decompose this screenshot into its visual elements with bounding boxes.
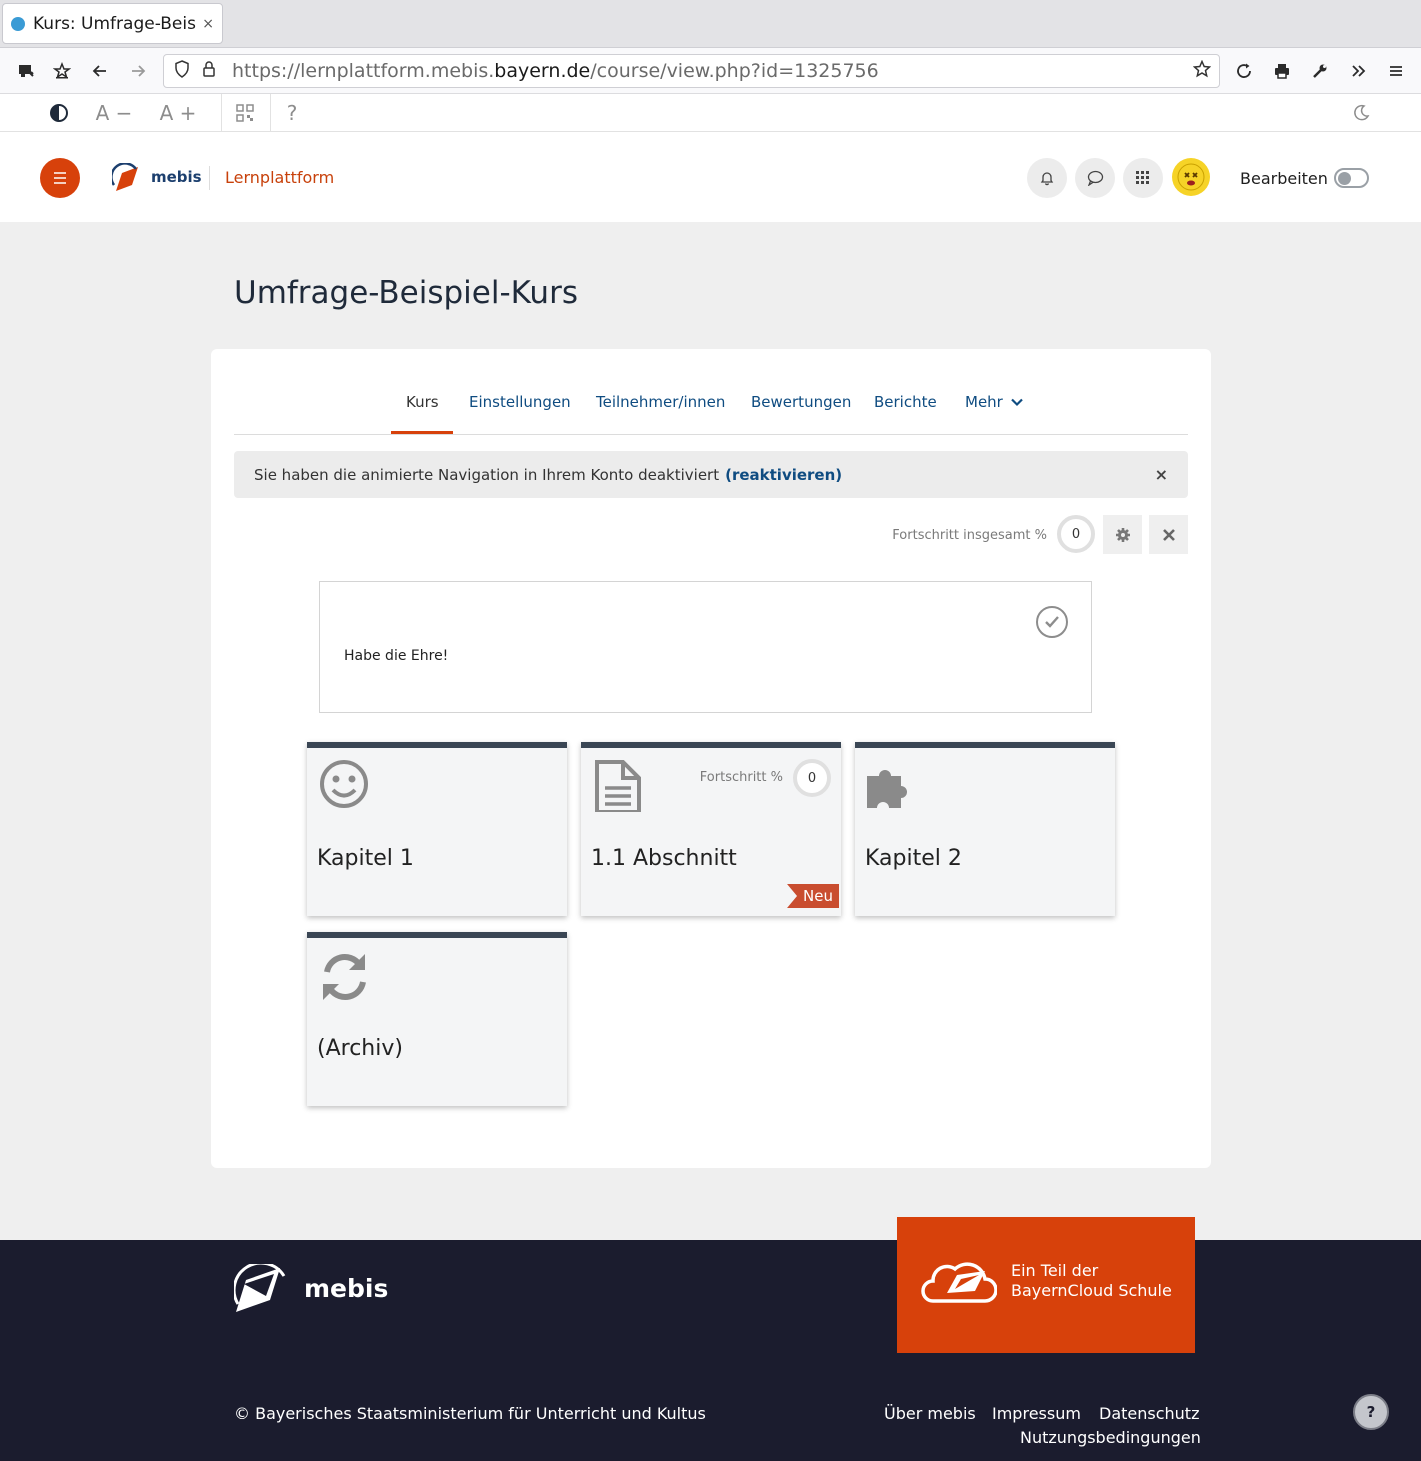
overall-progress-value: 0 xyxy=(1071,526,1081,542)
overflow-chevron-icon[interactable] xyxy=(1346,59,1370,83)
shield-icon[interactable] xyxy=(174,60,192,82)
user-avatar[interactable] xyxy=(1172,158,1210,196)
smiley-icon xyxy=(320,760,368,808)
alert-text: Sie haben die animierte Navigation in Ih… xyxy=(254,465,720,484)
bookmark-star-icon[interactable] xyxy=(1192,59,1212,83)
document-icon xyxy=(595,760,641,812)
forward-arrow-icon[interactable] xyxy=(126,59,150,83)
font-decrease-button[interactable]: A − xyxy=(94,99,134,127)
bookmark-manager-icon[interactable] xyxy=(50,59,74,83)
help-button[interactable]: ? xyxy=(1353,1394,1389,1430)
navigation-alert: Sie haben die animierte Navigation in Ih… xyxy=(234,451,1188,498)
bayerncloud-line1: Ein Teil der xyxy=(1011,1261,1099,1280)
moon-icon[interactable] xyxy=(1350,99,1372,127)
course-title: Umfrage-Beispiel-Kurs xyxy=(234,275,578,311)
tab-teilnehmer[interactable]: Teilnehmer/innen xyxy=(596,393,725,411)
tile-progress-label: Fortschritt % xyxy=(699,770,783,785)
welcome-text: Habe die Ehre! xyxy=(344,648,449,664)
qr-code-icon[interactable] xyxy=(232,99,258,127)
tab-mehr[interactable]: Mehr xyxy=(965,393,1023,411)
url-bar[interactable]: https://lernplattform.mebis.bayern.de/co… xyxy=(163,54,1220,88)
help-question-button[interactable]: ? xyxy=(282,99,302,127)
reactivate-link[interactable]: (reaktivieren) xyxy=(725,466,842,484)
close-x-icon[interactable] xyxy=(1149,515,1188,554)
favicon-icon xyxy=(11,16,25,31)
bayerncloud-line2: BayernCloud Schule xyxy=(1011,1281,1172,1300)
tile-archiv[interactable]: (Archiv) xyxy=(307,932,567,1106)
browser-navbar: https://lernplattform.mebis.bayern.de/co… xyxy=(0,48,1421,94)
contrast-icon[interactable] xyxy=(46,99,72,127)
tile-progress-value: 0 xyxy=(807,770,817,786)
messages-chat-icon[interactable] xyxy=(1075,158,1115,198)
back-arrow-icon[interactable] xyxy=(88,59,112,83)
platform-link[interactable]: Lernplattform xyxy=(225,168,334,187)
overall-progress: Fortschritt insgesamt % 0 xyxy=(211,515,1188,555)
active-tab-indicator xyxy=(391,431,453,434)
tile-progress-circle[interactable]: 0 xyxy=(793,759,831,797)
refresh-icon xyxy=(323,954,366,1000)
lock-icon[interactable] xyxy=(202,60,218,82)
puzzle-icon xyxy=(867,770,907,808)
footer-link-ueber-mebis[interactable]: Über mebis xyxy=(884,1404,976,1423)
tile-title: 1.1 Abschnitt xyxy=(591,846,737,871)
tile-title: (Archiv) xyxy=(317,1036,403,1061)
reload-icon[interactable] xyxy=(1232,59,1256,83)
footer-link-nutzungsbedingungen[interactable]: Nutzungsbedingungen xyxy=(1020,1428,1201,1447)
tile-title: Kapitel 2 xyxy=(865,846,962,871)
footer-link-datenschutz[interactable]: Datenschutz xyxy=(1099,1404,1199,1423)
divider xyxy=(221,94,222,132)
edit-mode-label: Bearbeiten xyxy=(1240,169,1328,188)
tab-close-icon[interactable]: × xyxy=(202,16,214,32)
tab-berichte[interactable]: Berichte xyxy=(874,393,937,411)
welcome-section: Habe die Ehre! xyxy=(319,581,1092,713)
extension-icon[interactable] xyxy=(14,59,38,83)
divider xyxy=(270,94,271,132)
alert-close-icon[interactable]: × xyxy=(1155,465,1168,484)
bayerncloud-box[interactable]: Ein Teil der BayernCloud Schule xyxy=(897,1217,1195,1353)
site-footer: mebis Ein Teil der BayernCloud Schule © … xyxy=(0,1217,1421,1461)
site-header: mebis Lernplattform Bearbeiten xyxy=(0,132,1421,222)
mebis-footer-logo-icon[interactable] xyxy=(234,1264,288,1314)
chevron-down-icon xyxy=(1010,398,1023,407)
check-circle-icon[interactable] xyxy=(1036,606,1068,638)
tile-title: Kapitel 1 xyxy=(317,846,414,871)
logo-text[interactable]: mebis xyxy=(151,168,202,186)
browser-tab[interactable]: Kurs: Umfrage-Beispiel-Kurs × xyxy=(2,3,223,44)
tab-kurs[interactable]: Kurs xyxy=(406,393,439,411)
mebis-logo-icon[interactable] xyxy=(112,163,142,193)
tile-kapitel-2[interactable]: Kapitel 2 xyxy=(855,742,1115,916)
course-nav-tabs: Kurs Einstellungen Teilnehmer/innen Bewe… xyxy=(234,381,1188,435)
tile-abschnitt-1-1[interactable]: Fortschritt % 0 1.1 Abschnitt Neu xyxy=(581,742,841,916)
browser-tab-title: Kurs: Umfrage-Beispiel-Kurs xyxy=(33,13,196,34)
cloud-icon xyxy=(921,1262,997,1303)
app-grid-icon[interactable] xyxy=(1123,158,1163,198)
new-badge: Neu xyxy=(787,884,839,908)
bayerncloud-text: Ein Teil der BayernCloud Schule xyxy=(1011,1261,1172,1301)
settings-gear-icon[interactable] xyxy=(1103,515,1142,554)
overall-progress-label: Fortschritt insgesamt % xyxy=(892,528,1047,543)
tab-bewertungen[interactable]: Bewertungen xyxy=(751,393,851,411)
print-icon[interactable] xyxy=(1270,59,1294,83)
edit-mode-toggle[interactable] xyxy=(1334,168,1369,188)
font-increase-button[interactable]: A + xyxy=(157,99,199,127)
tile-kapitel-1[interactable]: Kapitel 1 xyxy=(307,742,567,916)
browser-tab-bar: Kurs: Umfrage-Beispiel-Kurs × xyxy=(0,0,1421,48)
wrench-icon[interactable] xyxy=(1308,59,1332,83)
toggle-knob xyxy=(1338,172,1351,185)
footer-logo-text[interactable]: mebis xyxy=(304,1274,388,1303)
divider xyxy=(209,166,210,190)
hamburger-menu-icon[interactable] xyxy=(1384,59,1408,83)
overall-progress-circle[interactable]: 0 xyxy=(1057,515,1095,553)
url-text: https://lernplattform.mebis.bayern.de/co… xyxy=(232,60,879,82)
copyright-text: © Bayerisches Staatsministerium für Unte… xyxy=(234,1404,706,1423)
tab-mehr-label: Mehr xyxy=(965,393,1003,411)
accessibility-bar: A − A + ? xyxy=(0,94,1421,132)
notifications-bell-icon[interactable] xyxy=(1027,158,1067,198)
footer-link-impressum[interactable]: Impressum xyxy=(992,1404,1081,1423)
tab-einstellungen[interactable]: Einstellungen xyxy=(469,393,571,411)
main-menu-button[interactable] xyxy=(40,158,80,198)
course-content-card: Kurs Einstellungen Teilnehmer/innen Bewe… xyxy=(211,349,1211,1168)
